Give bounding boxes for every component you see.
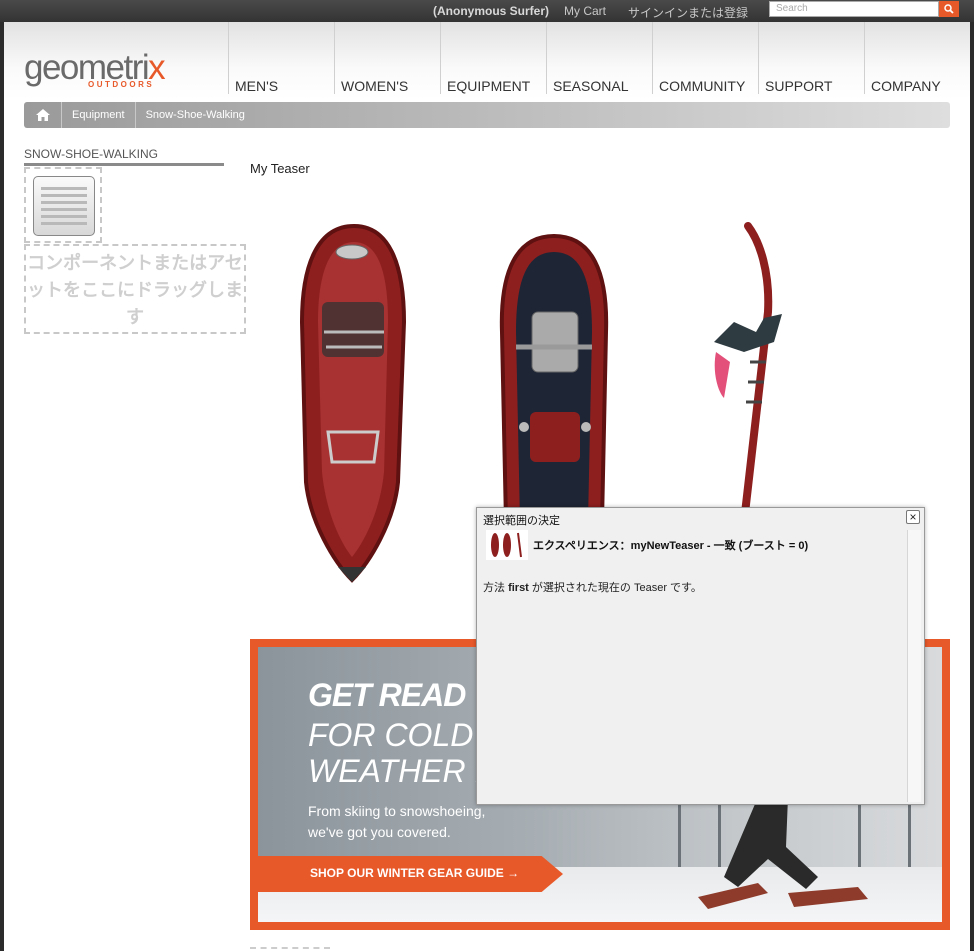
sidebar-title: SNOW-SHOE-WALKING [24,147,224,166]
document-icon [33,176,95,236]
nav-item-company[interactable]: COMPANY [864,22,970,94]
breadcrumb-equipment[interactable]: Equipment [62,102,136,128]
dialog-title: 選択範囲の決定 [483,515,560,527]
signin-link[interactable]: サインインまたは登録 [628,4,748,21]
site-header: geometrix OUTDOORS MEN'S WOMEN'S EQUIPME… [4,22,970,100]
nav-item-womens[interactable]: WOMEN'S [334,22,440,94]
banner-headline-3: WEATHER I [308,753,484,789]
user-name: (Anonymous Surfer) [433,4,550,18]
logo[interactable]: geometrix OUTDOORS [24,48,166,89]
top-utility-bar: (Anonymous Surfer) My Cart サインインまたは登録 Se… [0,0,974,22]
snowshoe-front-image [299,223,407,583]
divider [250,947,330,949]
banner-headline-1: GET READ [308,677,466,713]
breadcrumb: Equipment Snow-Shoe-Walking [24,102,950,128]
snowshoer-image [698,797,868,909]
drop-zone[interactable]: コンポーネントまたはアセットをここにドラッグします [24,244,246,334]
selection-dialog: 選択範囲の決定 × エクスペリエンス：myNewTeaser - 一致 (ブース… [476,507,925,805]
search-button[interactable] [939,1,959,17]
teaser-title: My Teaser [250,161,310,176]
dialog-scrollbar[interactable] [907,530,921,802]
teaser-thumbnail [486,530,528,560]
search-icon [944,4,954,14]
experience-label: エクスペリエンス：myNewTeaser - 一致 (ブースト = 0) [533,540,809,552]
close-button[interactable]: × [906,510,920,524]
banner-body: From skiing to snowshoeing, we've got yo… [308,803,486,840]
my-cart-link[interactable]: My Cart [564,4,606,18]
page: geometrix OUTDOORS MEN'S WOMEN'S EQUIPME… [4,22,970,951]
snowshoe-side-image [714,222,782,522]
nav-item-equipment[interactable]: EQUIPMENT [440,22,546,94]
shop-winter-gear-button[interactable]: SHOP OUR WINTER GEAR GUIDE → [258,856,563,892]
logo-subtitle: OUTDOORS [88,80,155,89]
nav-item-support[interactable]: SUPPORT [758,22,864,94]
breadcrumb-home[interactable] [24,102,62,128]
nav-item-community[interactable]: COMMUNITY [652,22,758,94]
component-placeholder[interactable] [24,167,102,243]
home-icon [35,109,50,121]
main-nav: MEN'S WOMEN'S EQUIPMENT SEASONAL COMMUNI… [228,22,970,94]
dialog-message: 方法 first が選択された現在の Teaser です。 [483,582,702,594]
search-input[interactable]: Search [769,1,939,17]
snowshoe-back-image [499,233,609,522]
nav-item-mens[interactable]: MEN'S [228,22,334,94]
nav-item-seasonal[interactable]: SEASONAL [546,22,652,94]
breadcrumb-snow-shoe-walking[interactable]: Snow-Shoe-Walking [136,102,255,128]
banner-headline-2: FOR COLD [308,717,474,753]
